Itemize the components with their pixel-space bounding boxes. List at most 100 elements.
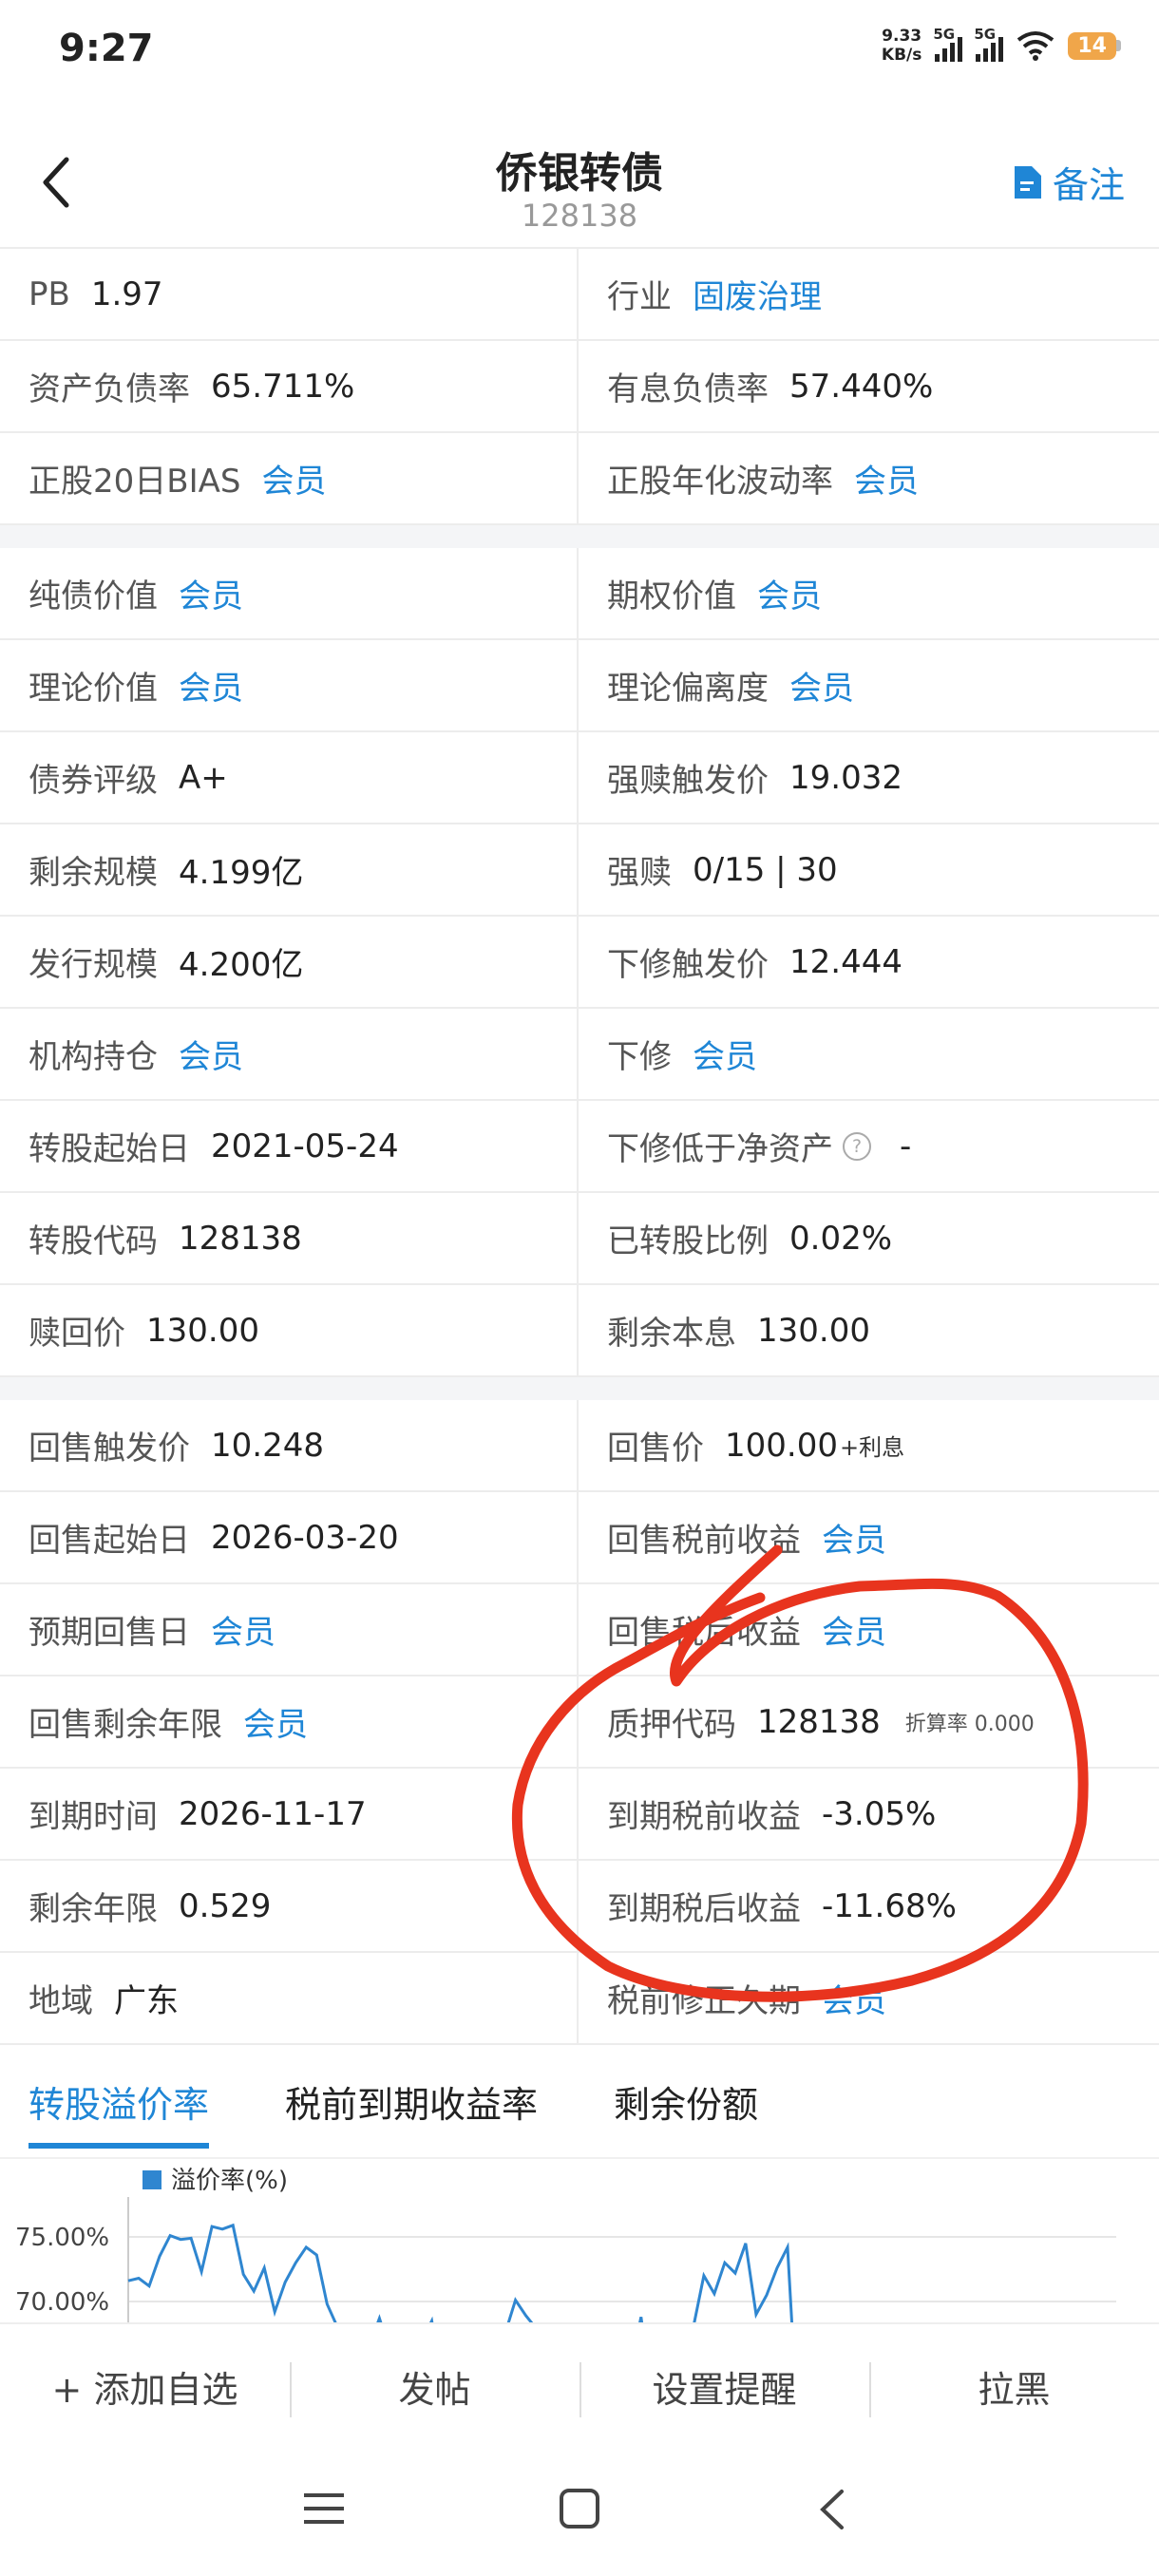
- info-label: 剩余年限: [28, 1890, 158, 1928]
- menu-icon[interactable]: [302, 2490, 346, 2528]
- info-value: 65.711%: [211, 367, 355, 406]
- info-value: 130.00: [146, 1311, 259, 1350]
- info-cell[interactable]: 正股20日BIAS 会员: [0, 433, 579, 523]
- y-tick-label: 70.00%: [15, 2288, 109, 2317]
- y-tick-label: 75.00%: [15, 2224, 109, 2252]
- info-value: 0.02%: [789, 1219, 893, 1258]
- info-label: 预期回售日: [28, 1614, 190, 1652]
- info-label: 债券评级: [28, 762, 158, 800]
- info-label: 回售价: [607, 1430, 704, 1468]
- member-link[interactable]: 会员: [179, 1031, 243, 1077]
- member-link[interactable]: 会员: [822, 1514, 886, 1561]
- member-link[interactable]: 固废治理: [693, 271, 822, 317]
- info-cell: 到期时间 2026-11-17: [0, 1769, 579, 1859]
- info-label: 回售触发价: [28, 1430, 190, 1468]
- info-value: 128138: [757, 1702, 881, 1741]
- member-link[interactable]: 会员: [822, 1975, 886, 2021]
- tab-remaining-shares[interactable]: 剩余份额: [614, 2075, 758, 2128]
- member-link[interactable]: 会员: [757, 570, 822, 616]
- info-cell: 债券评级 A+: [0, 732, 579, 823]
- info-value: 4.200亿: [179, 946, 304, 984]
- member-link[interactable]: 会员: [789, 662, 854, 709]
- info-value: A+: [179, 758, 228, 797]
- info-cell: 赎回价 130.00: [0, 1285, 579, 1375]
- info-label: 有息负债率: [607, 370, 769, 408]
- info-cell[interactable]: 正股年化波动率 会员: [579, 433, 1157, 523]
- member-link[interactable]: 会员: [243, 1698, 308, 1745]
- info-value: 19.032: [789, 758, 902, 797]
- block-button[interactable]: 拉黑: [869, 2324, 1159, 2448]
- member-link[interactable]: 会员: [854, 455, 919, 502]
- info-cell[interactable]: 期权价值 会员: [579, 548, 1157, 638]
- member-link[interactable]: 会员: [693, 1031, 757, 1077]
- legend-swatch: [142, 2170, 162, 2189]
- tab-premium-rate[interactable]: 转股溢价率: [28, 2075, 210, 2149]
- info-value: -11.68%: [822, 1886, 957, 1925]
- signal-icon: 5G: [974, 26, 1004, 62]
- info-value: -3.05%: [822, 1794, 937, 1833]
- member-link[interactable]: 会员: [179, 662, 243, 709]
- home-icon[interactable]: [559, 2488, 600, 2529]
- info-section: 回售触发价 10.248 回售价 100.00 +利息 回售起始日 2026-03-20 回售…: [0, 1400, 1159, 2045]
- info-value: 4.199亿: [179, 854, 304, 892]
- set-alert-button[interactable]: 设置提醒: [580, 2324, 869, 2448]
- info-label: 强赎触发价: [607, 762, 769, 800]
- post-button[interactable]: 发帖: [290, 2324, 580, 2448]
- info-cell: 剩余年限 0.529: [0, 1861, 579, 1951]
- section-divider: [0, 525, 1159, 548]
- battery-icon: 14: [1068, 31, 1121, 60]
- member-link[interactable]: 会员: [179, 570, 243, 616]
- info-label: 剩余本息: [607, 1315, 736, 1353]
- info-label: 正股20日BIAS: [28, 463, 241, 501]
- info-value: 2026-03-20: [211, 1518, 399, 1557]
- info-label: 理论偏离度: [607, 670, 769, 708]
- info-value: 130.00: [757, 1311, 870, 1350]
- help-icon[interactable]: ?: [843, 1131, 871, 1161]
- info-label: 强赎: [607, 854, 672, 892]
- info-cell: PB 1.97: [0, 249, 579, 339]
- status-time: 9:27: [59, 27, 154, 70]
- info-cell: 下修低于净资产? -: [579, 1101, 1157, 1191]
- info-cell[interactable]: 下修 会员: [579, 1009, 1157, 1099]
- info-cell[interactable]: 回售税后收益 会员: [579, 1584, 1157, 1675]
- wifi-icon: [1017, 31, 1054, 61]
- info-cell[interactable]: 预期回售日 会员: [0, 1584, 579, 1675]
- info-cell[interactable]: 回售剩余年限 会员: [0, 1676, 579, 1767]
- bond-code: 128138: [521, 198, 638, 234]
- info-cell: 强赎触发价 19.032: [579, 732, 1157, 823]
- note-button[interactable]: 备注: [1013, 156, 1125, 208]
- info-row: 发行规模 4.200亿 下修触发价 12.444: [0, 917, 1159, 1009]
- info-cell[interactable]: 机构持仓 会员: [0, 1009, 579, 1099]
- info-cell[interactable]: 纯债价值 会员: [0, 548, 579, 638]
- info-cell[interactable]: 回售税前收益 会员: [579, 1492, 1157, 1582]
- info-row: 回售起始日 2026-03-20 回售税前收益 会员: [0, 1492, 1159, 1584]
- legend-label: 溢价率(%): [171, 2167, 288, 2195]
- info-content: PB 1.97 行业 固废治理 资产负债率 65.711% 有息负债率 57.440% 正股20…: [0, 249, 1159, 2370]
- member-link[interactable]: 会员: [211, 1606, 276, 1653]
- info-row: 转股起始日 2021-05-24 下修低于净资产? -: [0, 1101, 1159, 1193]
- member-link[interactable]: 会员: [261, 455, 326, 502]
- info-row: 回售剩余年限 会员 质押代码 128138 折算率 0.000: [0, 1676, 1159, 1769]
- info-label: 正股年化波动率: [607, 463, 833, 501]
- back-icon[interactable]: [815, 2488, 849, 2531]
- info-cell[interactable]: 税前修正久期 会员: [579, 1953, 1157, 2043]
- info-label: 发行规模: [28, 946, 158, 984]
- status-bar: 9:27 9.33 KB/s 5G 5G 14: [0, 0, 1159, 104]
- info-value: 12.444: [789, 942, 902, 981]
- info-label: 赎回价: [28, 1315, 125, 1353]
- member-link[interactable]: 会员: [822, 1606, 886, 1653]
- info-cell: 发行规模 4.200亿: [0, 917, 579, 1007]
- info-row: 机构持仓 会员 下修 会员: [0, 1009, 1159, 1101]
- info-label: 行业: [607, 278, 672, 316]
- info-cell: 回售价 100.00 +利息: [579, 1400, 1157, 1490]
- info-cell[interactable]: 行业 固废治理: [579, 249, 1157, 339]
- info-cell: 到期税后收益 -11.68%: [579, 1861, 1157, 1951]
- info-grid: PB 1.97 行业 固废治理 资产负债率 65.711% 有息负债率 57.440% 正股20…: [0, 249, 1159, 2045]
- info-label: 回售起始日: [28, 1522, 190, 1560]
- info-row: 剩余规模 4.199亿 强赎 0/15 | 30: [0, 824, 1159, 917]
- info-label: 到期税前收益: [607, 1798, 801, 1836]
- info-cell[interactable]: 理论价值 会员: [0, 640, 579, 730]
- info-cell[interactable]: 理论偏离度 会员: [579, 640, 1157, 730]
- tab-ytm[interactable]: 税前到期收益率: [285, 2075, 538, 2128]
- add-watchlist-button[interactable]: + 添加自选: [0, 2324, 290, 2448]
